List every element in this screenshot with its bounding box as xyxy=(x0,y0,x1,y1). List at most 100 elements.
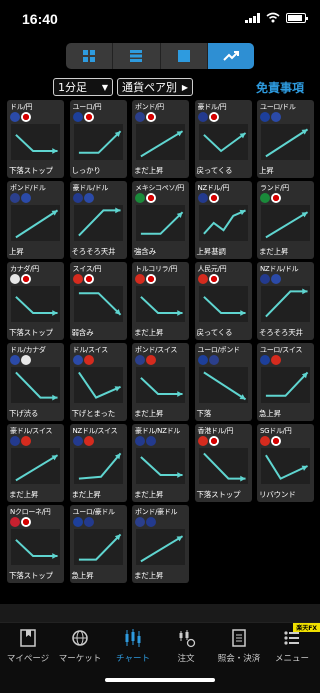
currency-pair-card[interactable]: ユーロ/ドル 上昇 xyxy=(257,100,314,178)
pair-name: ユーロ/スイス xyxy=(260,346,303,354)
currency-pair-card[interactable]: カナダ/円 下落ストップ xyxy=(7,262,64,340)
currency-pair-card[interactable]: ユーロ/ポンド 下落 xyxy=(194,343,252,421)
base-flag-icon xyxy=(72,517,83,527)
flag-pair xyxy=(197,274,219,284)
currency-pair-card[interactable]: ユーロ/スイス 急上昇 xyxy=(257,343,314,421)
pair-name: トルコリラ/円 xyxy=(135,265,178,273)
flag-pair xyxy=(72,355,94,365)
trend-label: まだ上昇 xyxy=(134,166,164,175)
pair-name: ユーロ/ポンド xyxy=(197,346,241,354)
pair-name: ポンド/豪ドル xyxy=(135,508,178,516)
trend-chart xyxy=(136,367,185,403)
currency-pair-card[interactable]: 人民元/円 戻ってくる xyxy=(194,262,252,340)
quote-flag-icon xyxy=(271,274,281,284)
signal-icon xyxy=(245,12,260,23)
trend-chart xyxy=(261,124,310,160)
pair-name: 豪ドル/スイス xyxy=(10,427,53,435)
base-flag-icon xyxy=(135,436,145,446)
grid-view-tab[interactable] xyxy=(66,43,114,69)
currency-pair-card[interactable]: NZドル/ドル そろそろ天井 xyxy=(257,262,314,340)
base-flag-icon xyxy=(260,436,270,446)
trend-arrow-icon xyxy=(15,296,58,316)
list-view-tab[interactable] xyxy=(113,43,161,69)
pair-name: Nクローネ/円 xyxy=(10,508,51,516)
currency-pair-card[interactable]: 豪ドル/円戻ってくる xyxy=(194,100,252,178)
trend-arrow-icon xyxy=(15,209,59,239)
pair-name: ドル/カナダ xyxy=(10,346,46,354)
trend-chart xyxy=(11,367,60,403)
currency-pair-card[interactable]: Nクローネ/円 下落ストップ xyxy=(7,505,64,583)
currency-pair-card[interactable]: 豪ドル/ドル そろそろ天井 xyxy=(69,181,127,259)
status-time: 16:40 xyxy=(22,11,58,27)
trend-label: まだ上昇 xyxy=(134,571,164,580)
trend-label: 戻ってくる xyxy=(196,166,233,175)
trend-label: まだ上昇 xyxy=(134,490,164,499)
single-view-tab[interactable] xyxy=(161,43,208,69)
flag-pair xyxy=(260,112,281,122)
currency-pair-card[interactable]: 豪ドル/NZドル まだ上昇 xyxy=(132,424,189,502)
quote-flag-icon xyxy=(271,112,281,122)
currency-pair-card[interactable]: NZドル/円 上昇基調 xyxy=(194,181,252,259)
currency-pair-card[interactable]: ポンド/円 まだ上昇 xyxy=(132,100,189,178)
base-flag-icon xyxy=(135,517,145,527)
trend-arrow-icon xyxy=(78,452,121,480)
trend-label: 下落 xyxy=(196,409,212,418)
currency-pair-card[interactable]: ユーロ/豪ドル 急上昇 xyxy=(69,505,127,583)
base-flag-icon xyxy=(10,193,20,203)
trend-view-tab[interactable] xyxy=(207,43,254,69)
currency-pair-card[interactable]: ドル/円 下落ストップ xyxy=(7,100,64,178)
trend-label: そろそろ天井 xyxy=(259,328,303,337)
base-flag-icon xyxy=(197,112,208,122)
base-flag-icon xyxy=(72,355,83,365)
currency-pair-card[interactable]: NZドル/スイス まだ上昇 xyxy=(69,424,127,502)
disclaimer-link[interactable]: 免責事項 xyxy=(256,79,304,96)
currency-pair-card[interactable]: ポンド/スイス まだ上昇 xyxy=(132,343,189,421)
pair-name: 豪ドル/円 xyxy=(197,103,227,111)
currency-pair-card[interactable]: スイス/円 弱含み xyxy=(69,262,127,340)
quote-flag-icon xyxy=(146,274,156,284)
timeframe-dropdown[interactable]: 1分足 ▼ xyxy=(53,78,113,96)
trend-arrow-icon xyxy=(140,377,183,397)
quote-flag-icon xyxy=(146,355,156,365)
trend-label: まだ上昇 xyxy=(134,409,164,418)
flag-pair xyxy=(135,355,156,365)
trend-label: 下落ストップ xyxy=(9,571,53,580)
quote-flag-icon xyxy=(21,355,31,365)
flag-pair xyxy=(260,436,281,446)
pair-name: ドル/円 xyxy=(10,103,33,111)
trend-arrow-icon xyxy=(265,371,309,397)
sort-dropdown[interactable]: 通貨ペア別 ▶ xyxy=(117,78,193,96)
base-flag-icon xyxy=(197,193,208,203)
quote-flag-icon xyxy=(208,436,219,446)
currency-pair-card[interactable]: ポンド/ドル 上昇 xyxy=(7,181,64,259)
trend-arrow-icon xyxy=(140,211,184,235)
quote-flag-icon xyxy=(271,436,281,446)
currency-pair-card[interactable]: ドル/カナダ 下げ渋る xyxy=(7,343,64,421)
trend-chart xyxy=(11,448,60,484)
quote-flag-icon xyxy=(146,193,156,203)
quote-flag-icon xyxy=(83,193,94,203)
flag-pair xyxy=(72,436,94,446)
flag-pair xyxy=(10,355,31,365)
flag-pair xyxy=(72,517,94,527)
trend-chart xyxy=(11,286,60,322)
currency-pair-card[interactable]: 豪ドル/スイス まだ上昇 xyxy=(7,424,64,502)
trend-arrow-icon xyxy=(78,533,121,561)
tab-menu[interactable]: 楽天FX メニュー xyxy=(260,623,320,667)
currency-pair-card[interactable]: メキシコペソ/円 強含み xyxy=(132,181,189,259)
trend-chart xyxy=(198,205,248,241)
currency-pair-card[interactable]: ポンド/豪ドル まだ上昇 xyxy=(132,505,189,583)
currency-pair-card[interactable]: SGドル/円 リバウンド xyxy=(257,424,314,502)
currency-pair-card[interactable]: ドル/スイス 下げとまった xyxy=(69,343,127,421)
trend-arrow-icon xyxy=(140,130,184,158)
currency-pair-card[interactable]: 香港ドル/円 下落ストップ xyxy=(194,424,252,502)
flag-pair xyxy=(135,112,156,122)
pair-name: 香港ドル/円 xyxy=(197,427,234,435)
flag-pair xyxy=(260,193,281,203)
flag-pair xyxy=(197,436,219,446)
currency-pair-card[interactable]: ランド/円 まだ上昇 xyxy=(257,181,314,259)
trend-chart xyxy=(261,448,310,484)
pair-name: ドル/スイス xyxy=(72,346,109,354)
currency-pair-card[interactable]: トルコリラ/円 まだ上昇 xyxy=(132,262,189,340)
currency-pair-card[interactable]: ユーロ/円 しっかり xyxy=(69,100,127,178)
